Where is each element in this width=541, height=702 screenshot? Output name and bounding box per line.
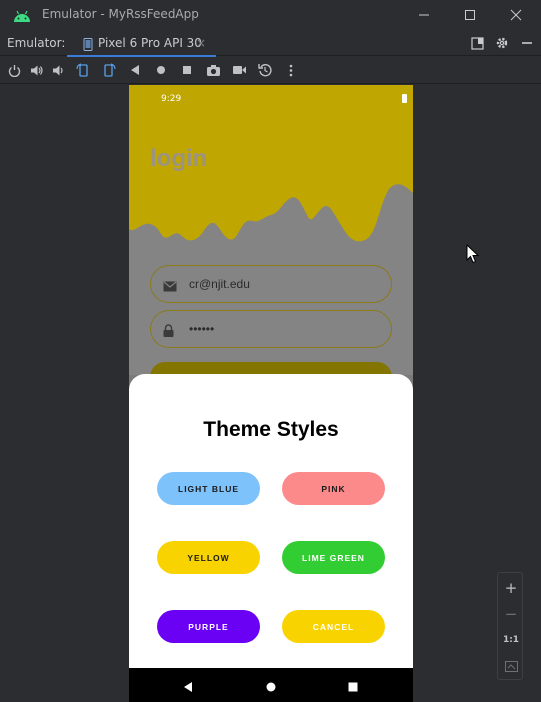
overview-icon[interactable] (179, 62, 195, 78)
lime-green-button[interactable]: LIME GREEN (282, 541, 385, 574)
battery-icon (402, 94, 407, 103)
gear-icon[interactable] (494, 35, 510, 51)
minimize-panel-icon[interactable] (519, 35, 535, 51)
tool-window-tabbar: Emulator: Pixel 6 Pro API 30 × (0, 30, 541, 57)
minimize-icon[interactable] (414, 5, 434, 25)
tab-close-button[interactable]: × (196, 36, 206, 50)
password-field[interactable]: •••••• (150, 310, 392, 348)
volume-down-icon[interactable] (51, 62, 67, 78)
restore-icon[interactable] (257, 62, 273, 78)
pink-label: PINK (321, 483, 346, 494)
layout-icon[interactable] (469, 35, 485, 51)
back-icon[interactable] (127, 62, 143, 78)
zoom-controls: + − 1:1 (497, 572, 523, 680)
tool-window-label: Emulator: (7, 36, 66, 50)
cancel-label: CANCEL (312, 621, 355, 632)
sheet-title: Theme Styles (203, 418, 339, 441)
email-field[interactable]: cr@njit.edu (150, 265, 392, 303)
window-title: Emulator - MyRssFeedApp (42, 7, 199, 21)
zoom-actual-size-button[interactable]: 1:1 (498, 627, 524, 653)
yellow-button[interactable]: YELLOW (157, 541, 260, 574)
android-icon (13, 8, 31, 27)
phone-icon (83, 36, 93, 55)
more-icon[interactable] (283, 62, 299, 78)
power-icon[interactable] (6, 62, 22, 78)
mail-icon (163, 277, 177, 296)
recents-square-icon[interactable] (347, 678, 359, 697)
status-time: 9:29 (161, 94, 182, 104)
home-icon[interactable] (153, 62, 169, 78)
zoom-in-button[interactable]: + (498, 575, 524, 601)
rotate-left-icon[interactable] (75, 62, 91, 78)
close-icon[interactable] (506, 5, 526, 25)
zoom-out-button[interactable]: − (498, 601, 524, 627)
video-icon[interactable] (231, 62, 247, 78)
window-titlebar: Emulator - MyRssFeedApp (0, 0, 541, 30)
phone-screen[interactable]: 9:29 login cr@njit.edu •••••• Theme Styl… (129, 85, 413, 702)
camera-icon[interactable] (205, 62, 221, 78)
email-value: cr@njit.edu (189, 277, 250, 291)
password-value: •••••• (189, 322, 215, 336)
light-blue-label: LIGHT BLUE (178, 483, 239, 494)
pink-button[interactable]: PINK (282, 472, 385, 505)
cancel-button[interactable]: CANCEL (282, 610, 385, 643)
purple-label: PURPLE (188, 621, 229, 632)
fit-screen-icon[interactable] (498, 653, 524, 679)
rotate-right-icon[interactable] (101, 62, 117, 78)
mouse-cursor-icon (466, 243, 480, 268)
yellow-label: YELLOW (187, 552, 230, 563)
tab-label: Pixel 6 Pro API 30 (98, 36, 202, 50)
purple-button[interactable]: PURPLE (157, 610, 260, 643)
emulator-window: Emulator - MyRssFeedApp Emulator: Pixel … (0, 0, 541, 702)
home-circle-icon[interactable] (265, 678, 277, 697)
volume-up-icon[interactable] (29, 62, 45, 78)
navigation-bar (129, 668, 413, 702)
maximize-icon[interactable] (460, 5, 480, 25)
lime-green-label: LIME GREEN (302, 552, 365, 563)
light-blue-button[interactable]: LIGHT BLUE (157, 472, 260, 505)
tab-pixel-6-pro[interactable]: Pixel 6 Pro API 30 × (67, 30, 216, 57)
lock-icon (163, 322, 174, 341)
emulator-toolbar (0, 57, 541, 84)
theme-styles-sheet: Theme Styles LIGHT BLUE PINK YELLOW LIME… (129, 374, 413, 668)
page-title: login (150, 145, 208, 172)
back-triangle-icon[interactable] (182, 678, 194, 697)
